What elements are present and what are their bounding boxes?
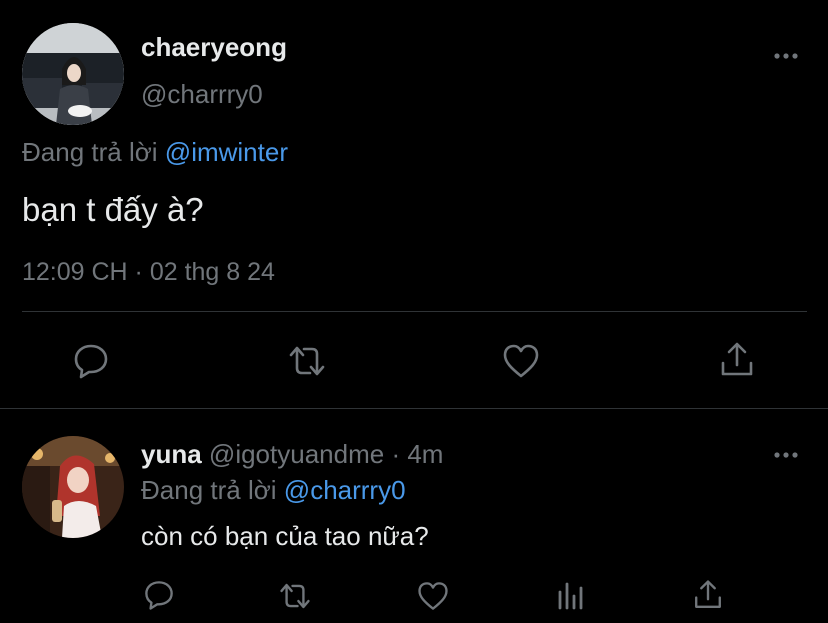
tweet-text: bạn t đấy à?: [22, 191, 204, 228]
avatar[interactable]: [22, 436, 124, 538]
reply-to-mention[interactable]: @charrry0: [284, 475, 406, 505]
profile-photo: [22, 436, 124, 538]
time-ago[interactable]: 4m: [407, 439, 443, 469]
display-name[interactable]: yuna: [141, 439, 202, 469]
like-icon[interactable]: [501, 342, 541, 380]
tweet-text: còn có bạn của tao nữa?: [141, 521, 429, 551]
profile-photo: [22, 23, 124, 125]
divider: [22, 311, 807, 312]
reply-header: yuna @igotyuandme · 4m: [141, 439, 443, 469]
reply-icon[interactable]: [142, 579, 176, 611]
reply-context: Đang trả lời @imwinter: [22, 137, 288, 167]
reply-icon[interactable]: [72, 342, 110, 380]
avatar[interactable]: [22, 23, 124, 125]
more-horizontal-icon[interactable]: [773, 449, 799, 461]
more-horizontal-icon[interactable]: [773, 50, 799, 62]
timestamp[interactable]: 12:09 CH · 02 thg 8 24: [22, 257, 275, 287]
reply-prefix: Đang trả lời: [22, 137, 158, 167]
reply-to-mention[interactable]: @imwinter: [165, 137, 288, 167]
retweet-icon[interactable]: [286, 342, 328, 380]
like-icon[interactable]: [416, 580, 450, 612]
reply-context: Đang trả lời @charrry0: [141, 475, 406, 505]
tweet-separator: [0, 408, 828, 409]
separator-dot: ·: [391, 439, 401, 469]
analytics-icon[interactable]: [556, 580, 586, 610]
share-icon[interactable]: [692, 578, 724, 612]
reply-prefix: Đang trả lời: [141, 475, 277, 505]
share-icon[interactable]: [718, 340, 756, 380]
retweet-icon[interactable]: [276, 580, 314, 612]
display-name[interactable]: chaeryeong: [141, 32, 287, 62]
handle[interactable]: @igotyuandme: [209, 439, 384, 469]
handle[interactable]: @charrry0: [141, 79, 263, 109]
